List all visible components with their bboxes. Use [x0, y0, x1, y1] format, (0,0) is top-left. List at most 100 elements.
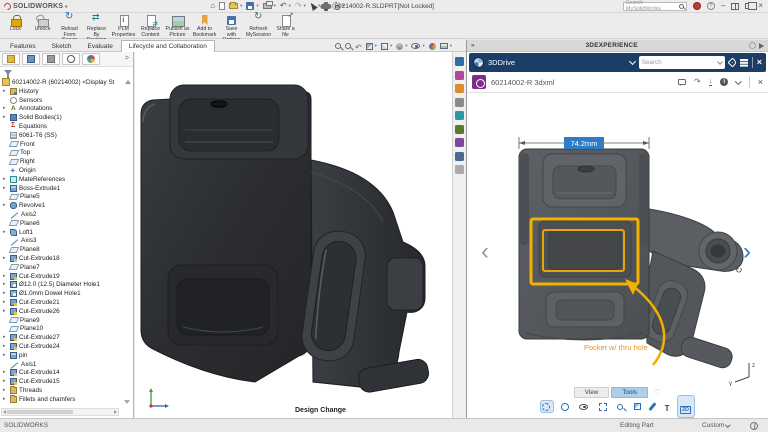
tree-item[interactable]: Cut-Extrude18 [0, 254, 133, 263]
minimize-button[interactable]: – [721, 2, 725, 10]
tree-item[interactable]: Axis1 [0, 360, 133, 369]
tree-item[interactable]: Loft1 [0, 228, 133, 237]
quick-access-button[interactable] [262, 1, 276, 9]
quick-access-button[interactable]: ⌂ [210, 2, 215, 10]
expand-arrow-icon[interactable] [3, 115, 8, 120]
task-pane-icon[interactable] [455, 165, 464, 174]
window-layout-button[interactable] [731, 2, 740, 10]
tree-item[interactable]: Plane10 [0, 325, 133, 334]
ribbon-button[interactable]: Add to Bookmark [191, 14, 218, 38]
tree-item[interactable]: Cut-Extrude24 [0, 342, 133, 351]
search-input[interactable]: Search MySolidWorks [622, 0, 687, 12]
tree-item[interactable]: Cut-Extrude19 [0, 272, 133, 281]
ribbon-button[interactable]: Refresh MySession [245, 14, 272, 38]
share-icon[interactable]: ↷ [694, 78, 701, 86]
expand-arrow-icon[interactable] [3, 309, 8, 314]
scrollbar-thumb[interactable] [7, 409, 74, 415]
expand-arrow-icon[interactable] [3, 300, 8, 305]
close-button[interactable]: × [758, 2, 763, 10]
expand-arrow-icon[interactable] [3, 282, 8, 287]
tree-item[interactable]: Plane7 [0, 263, 133, 272]
heads-up-button[interactable] [365, 42, 377, 50]
scroll-left-icon[interactable] [3, 410, 6, 414]
search-icon[interactable] [678, 3, 684, 9]
menu-icon[interactable] [739, 59, 748, 61]
manager-tab[interactable] [82, 53, 100, 65]
tree-item[interactable]: Plane5 [0, 193, 133, 202]
3d-markup-viewer[interactable]: 74.2mm Pocket w/ thru hole ‹ › ↻ z y [467, 93, 768, 386]
nav-next-icon[interactable]: › [743, 238, 751, 265]
rotate-hint-icon[interactable]: ↻ [735, 265, 743, 275]
markup-tool-button[interactable] [559, 401, 572, 412]
heads-up-button[interactable] [428, 42, 436, 50]
tree-item[interactable]: Axis2 [0, 210, 133, 220]
tree-item[interactable]: Equations [0, 122, 133, 131]
heads-up-button[interactable] [344, 43, 351, 49]
dimension-callout[interactable]: 74.2mm [518, 137, 650, 149]
task-pane-icon[interactable] [455, 151, 464, 161]
compass-icon[interactable] [473, 57, 484, 68]
favorite-heart-icon[interactable]: ♡ [654, 388, 661, 397]
chevron-down-icon[interactable] [628, 57, 636, 66]
ribbon-button[interactable]: PLM Properties [110, 14, 137, 38]
restore-button[interactable] [745, 1, 757, 10]
manager-tab[interactable] [62, 53, 80, 65]
scroll-up-icon[interactable] [125, 80, 131, 84]
expand-arrow-icon[interactable] [3, 370, 8, 375]
markup-tool-button[interactable] [597, 401, 610, 412]
drive-search-input[interactable]: Search [638, 56, 725, 69]
tree-item[interactable]: Top [0, 149, 133, 158]
tree-item[interactable]: Sensors [0, 96, 133, 105]
expand-arrow-icon[interactable] [3, 388, 8, 393]
tag-icon[interactable] [727, 57, 738, 68]
command-tab[interactable]: Evaluate [80, 40, 121, 51]
expand-arrow-icon[interactable] [3, 274, 8, 279]
logo-expander-icon[interactable]: ▸ [65, 3, 68, 10]
collapse-icon[interactable]: » [471, 42, 475, 49]
task-pane-icon[interactable] [455, 97, 464, 107]
quick-access-button[interactable]: ↷ [295, 2, 306, 10]
expand-arrow-icon[interactable] [3, 106, 8, 111]
expand-arrow-icon[interactable] [3, 397, 8, 402]
markup-tool-button[interactable] [578, 402, 592, 411]
quick-access-button[interactable]: ↶ [280, 2, 291, 10]
expand-arrow-icon[interactable] [3, 344, 8, 349]
heads-up-button[interactable] [411, 43, 424, 49]
expand-arrow-icon[interactable] [3, 291, 8, 296]
tree-item[interactable]: Solid Bodies(1) [0, 113, 133, 122]
expand-arrow-icon[interactable] [3, 186, 8, 191]
quick-access-button[interactable] [229, 2, 242, 9]
help-button[interactable]: ? [706, 2, 715, 10]
heads-up-button[interactable] [380, 42, 392, 50]
quick-access-button[interactable] [219, 2, 226, 10]
ribbon-button[interactable]: Replace Content [137, 14, 164, 38]
tree-item[interactable]: Ø12.0 (12.5) Diameter Hole1 [0, 281, 133, 290]
expand-arrow-icon[interactable] [3, 335, 8, 340]
task-pane-icon[interactable] [455, 138, 464, 147]
tree-item[interactable]: Origin [0, 166, 133, 175]
quick-access-button[interactable] [308, 1, 320, 11]
search-scope-chevron-icon[interactable] [716, 58, 723, 65]
viewer-tab[interactable]: Tools [611, 386, 649, 398]
tree-item[interactable]: Cut-Extrude27 [0, 333, 133, 342]
heads-up-button[interactable] [396, 42, 407, 50]
tree-horizontal-scrollbar[interactable] [1, 408, 119, 416]
markup-tool-button[interactable] [616, 402, 627, 411]
close-panel-icon[interactable]: × [757, 58, 762, 67]
heads-up-button[interactable] [439, 43, 452, 49]
task-pane-icon[interactable] [455, 70, 464, 80]
tree-root-item[interactable]: 60214002-R (60214002) <Display St [0, 77, 133, 87]
expand-arrow-icon[interactable] [3, 353, 8, 358]
comment-icon[interactable] [678, 79, 687, 86]
tree-item[interactable]: Annotations [0, 105, 133, 114]
tree-item[interactable]: Plane9 [0, 316, 133, 325]
units-selector[interactable]: Custom [702, 422, 731, 429]
command-tab[interactable]: Sketch [44, 40, 80, 51]
tree-item[interactable]: Cut-Extrude14 [0, 369, 133, 378]
quick-access-button[interactable] [246, 2, 258, 10]
nav-previous-icon[interactable]: ‹ [481, 238, 489, 265]
ribbon-button[interactable]: Unlock [29, 14, 56, 33]
tree-item[interactable]: Cut-Extrude26 [0, 307, 133, 316]
tree-item[interactable]: Revolve1 [0, 201, 133, 210]
manager-tab[interactable] [22, 53, 40, 65]
